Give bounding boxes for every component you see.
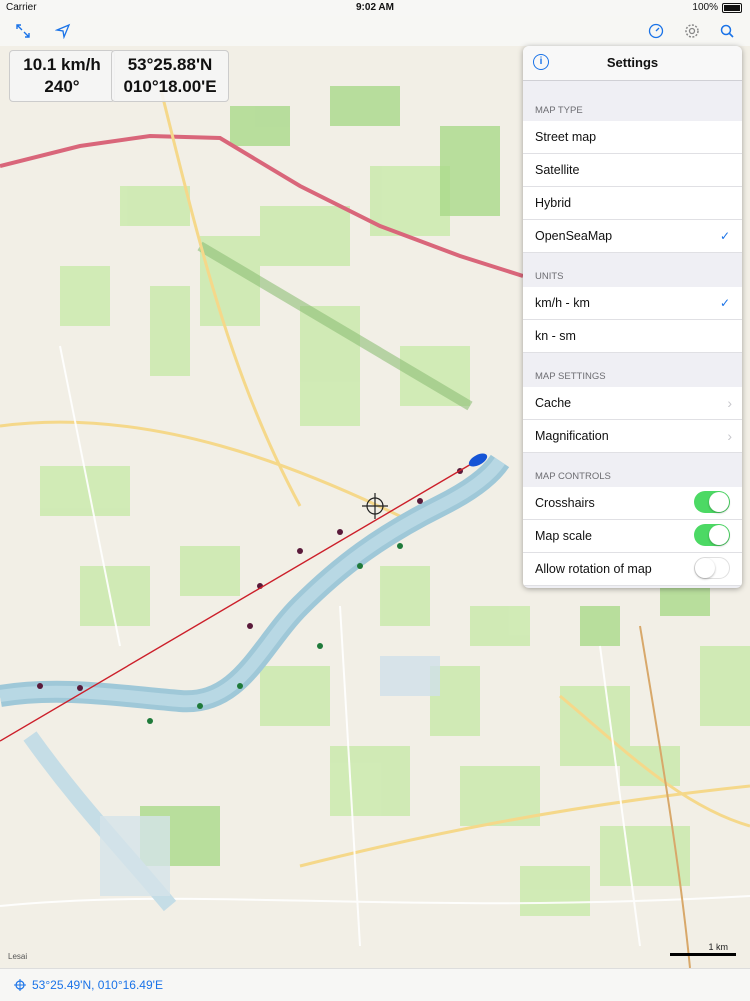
expand-icon[interactable]: [12, 20, 34, 42]
map-type-openseamap[interactable]: OpenSeaMap ✓: [523, 220, 742, 253]
units-kn-sm[interactable]: kn - sm: [523, 320, 742, 353]
search-icon[interactable]: [716, 20, 738, 42]
magnification-row[interactable]: Magnification ›: [523, 420, 742, 453]
position-box: 53°25.88'N 010°18.00'E: [111, 50, 229, 102]
map-type-satellite[interactable]: Satellite: [523, 154, 742, 187]
cache-row[interactable]: Cache ›: [523, 387, 742, 420]
checkmark-icon: ✓: [719, 296, 730, 310]
row-label: km/h - km: [535, 296, 590, 310]
units-kmh-km[interactable]: km/h - km ✓: [523, 287, 742, 320]
footer-bar: 53°25.49'N, 010°16.49'E: [0, 968, 750, 1001]
clock: 9:02 AM: [356, 2, 394, 13]
map-scale-bar: 1 km: [670, 942, 736, 956]
crosshair-icon: [14, 978, 26, 991]
location-arrow-icon[interactable]: [52, 20, 74, 42]
section-header-units: UNITS: [535, 271, 564, 282]
battery-status: 100%: [692, 2, 742, 13]
longitude-readout: 010°18.00'E: [123, 77, 217, 96]
row-label: Cache: [535, 396, 572, 410]
chevron-right-icon: ›: [727, 428, 732, 444]
row-label: Street map: [535, 130, 597, 144]
heading-readout: 240°: [44, 77, 80, 96]
row-label: Satellite: [535, 163, 580, 177]
speed-readout: 10.1 km/h: [23, 55, 101, 74]
crosshairs-row: Crosshairs: [523, 487, 742, 520]
map-place-label: Lesai: [8, 952, 28, 961]
map-type-street[interactable]: Street map: [523, 121, 742, 154]
checkmark-icon: ✓: [719, 229, 730, 243]
section-header-map-type: MAP TYPE: [535, 105, 583, 116]
latitude-readout: 53°25.88'N: [127, 55, 213, 74]
crosshairs-toggle[interactable]: [694, 491, 730, 513]
battery-percent: 100%: [692, 2, 718, 13]
allow-rotation-toggle[interactable]: [694, 557, 730, 579]
row-label: OpenSeaMap: [535, 229, 613, 243]
map-type-hybrid[interactable]: Hybrid: [523, 187, 742, 220]
chevron-right-icon: ›: [727, 395, 732, 411]
map-scale-row: Map scale: [523, 520, 742, 553]
settings-popover: i Settings MAP TYPE Street map Satellite…: [523, 46, 742, 588]
row-label: Magnification: [535, 429, 609, 443]
row-label: Crosshairs: [535, 496, 595, 510]
section-header-map-settings: MAP SETTINGS: [535, 371, 606, 382]
map-scale-toggle[interactable]: [694, 524, 730, 546]
battery-icon: [722, 2, 742, 13]
gear-icon[interactable]: [681, 20, 703, 42]
speed-heading-box: 10.1 km/h 240°: [9, 50, 115, 102]
scale-label: 1 km: [708, 942, 728, 952]
row-label: kn - sm: [535, 329, 576, 343]
allow-rotation-row: Allow rotation of map: [523, 553, 742, 586]
row-label: Map scale: [535, 529, 592, 543]
cursor-coordinates: 53°25.49'N, 010°16.49'E: [32, 978, 163, 992]
status-bar: Carrier 9:02 AM 100%: [0, 0, 750, 16]
row-label: Hybrid: [535, 196, 572, 210]
section-header-map-controls: MAP CONTROLS: [535, 471, 611, 482]
row-label: Allow rotation of map: [535, 562, 652, 576]
settings-title: Settings: [606, 55, 659, 70]
top-toolbar: [0, 16, 750, 46]
compass-icon[interactable]: [645, 20, 667, 42]
settings-header: i Settings: [523, 46, 742, 81]
scale-bar-line: [670, 953, 736, 956]
